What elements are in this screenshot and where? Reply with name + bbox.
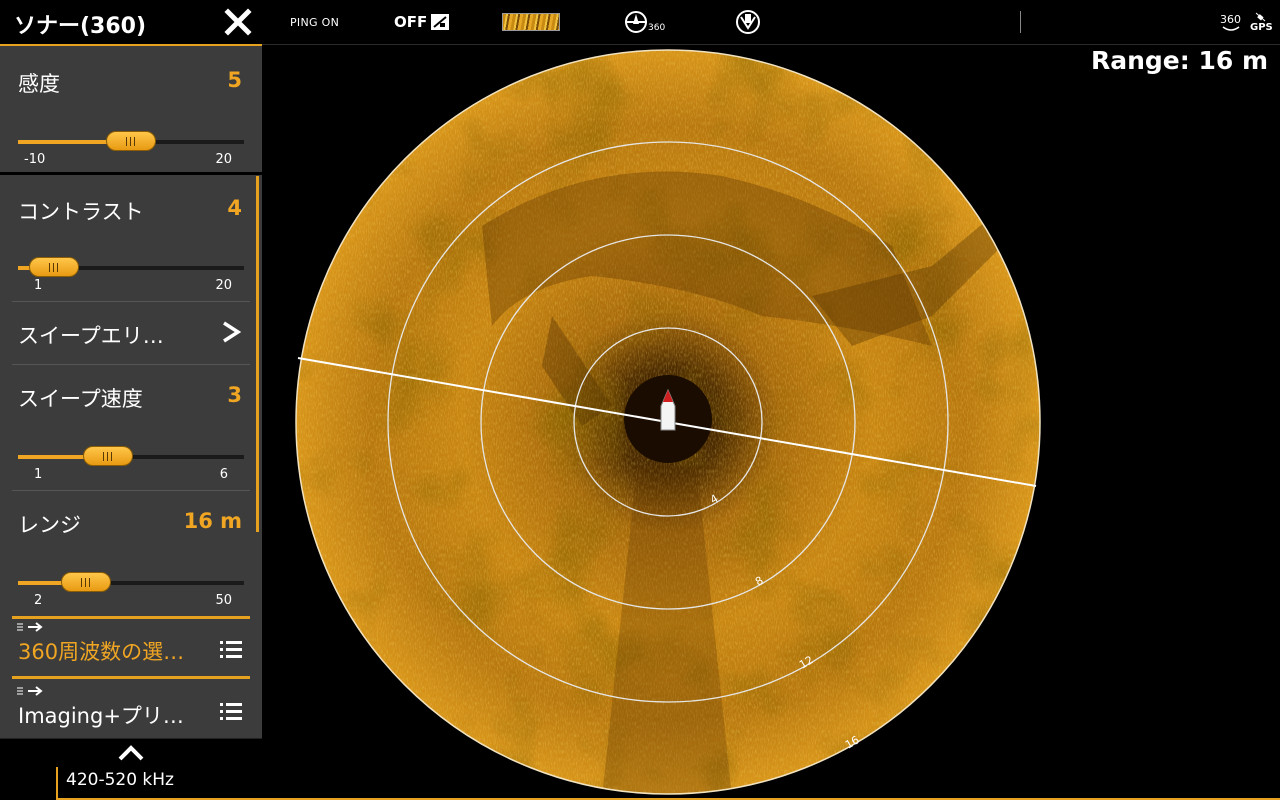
sensitivity-max: 20 bbox=[215, 152, 232, 167]
list-icon bbox=[220, 703, 242, 720]
sensitivity-value: 5 bbox=[227, 68, 242, 92]
range-max: 50 bbox=[215, 593, 232, 608]
topbar-divider bbox=[1020, 11, 1021, 33]
menu-list-arrow-icon bbox=[17, 686, 43, 696]
frequency-label: 420-520 kHz bbox=[66, 770, 174, 790]
menu-accent-bar bbox=[12, 676, 250, 679]
heading-button[interactable] bbox=[734, 0, 762, 44]
contrast-setting: コントラスト 4 1 20 bbox=[0, 176, 250, 300]
contrast-slider[interactable] bbox=[18, 256, 244, 280]
list-icon bbox=[220, 641, 242, 658]
sweep-area-label: スイープエリ… bbox=[18, 324, 164, 348]
sweep-arc-icon bbox=[1222, 25, 1239, 31]
sweep-speed-value: 3 bbox=[227, 383, 242, 407]
range-min: 2 bbox=[34, 593, 43, 608]
sweep-speed-label: スイープ速度 bbox=[18, 387, 143, 411]
range-setting-value: 16 m bbox=[183, 509, 242, 533]
slider-thumb[interactable] bbox=[60, 572, 111, 592]
sonar-thumbnail-button[interactable] bbox=[502, 0, 560, 44]
panel-footer bbox=[0, 738, 262, 767]
compass-360-label: 360 bbox=[648, 23, 666, 33]
sensitivity-slider[interactable] bbox=[18, 130, 244, 154]
chevron-up-icon[interactable] bbox=[118, 745, 144, 761]
panel-title: ソナー(360) bbox=[14, 14, 147, 39]
contrast-max: 20 bbox=[215, 278, 232, 293]
sweep-speed-setting: スイープ速度 3 1 6 bbox=[0, 365, 250, 489]
frequency-select-menu[interactable]: 360周波数の選… bbox=[0, 616, 250, 676]
sweep-area-submenu[interactable]: スイープエリ… bbox=[0, 302, 250, 364]
contrast-label: コントラスト bbox=[18, 200, 144, 224]
sensitivity-min: -10 bbox=[24, 152, 46, 167]
slider-thumb[interactable] bbox=[83, 446, 134, 466]
gps-label: GPS bbox=[1250, 21, 1273, 33]
imaging-preset-label: Imaging+プリ… bbox=[18, 704, 184, 728]
frequency-select-label: 360周波数の選… bbox=[18, 640, 185, 664]
gps-icon bbox=[1256, 12, 1266, 21]
contrast-min: 1 bbox=[34, 278, 43, 293]
range-slider[interactable] bbox=[18, 571, 244, 595]
chevron-right-icon bbox=[223, 321, 242, 343]
sweep-speed-min: 1 bbox=[34, 467, 43, 482]
sweep-speed-max: 6 bbox=[219, 467, 228, 482]
top-status-bar: PING ON OFF 360 360 GPS bbox=[262, 0, 1280, 45]
slider-thumb[interactable] bbox=[29, 257, 80, 277]
sonar-360-display[interactable]: 4 8 12 16 bbox=[292, 46, 1044, 798]
sensitivity-setting: 感度 5 -10 20 bbox=[0, 46, 250, 172]
panel-header: ソナー(360) bbox=[0, 0, 262, 46]
range-setting-label: レンジ bbox=[18, 513, 81, 537]
sonar-settings-panel: ソナー(360) 感度 5 -10 20 コントラスト 4 1 20 スイープエ… bbox=[0, 0, 262, 767]
menu-accent-bar bbox=[12, 616, 250, 619]
sweep-speed-slider[interactable] bbox=[18, 445, 244, 469]
status-gps: GPS bbox=[1250, 0, 1273, 44]
sonar-thumbnail bbox=[502, 13, 560, 31]
contrast-value: 4 bbox=[227, 196, 242, 220]
menu-list-arrow-icon bbox=[17, 622, 43, 632]
sensitivity-label: 感度 bbox=[18, 72, 60, 96]
status-360: 360 bbox=[1220, 0, 1241, 44]
off-label: OFF bbox=[394, 13, 428, 31]
slider-thumb[interactable] bbox=[106, 131, 156, 151]
status-360-label: 360 bbox=[1220, 12, 1241, 26]
ping-label: PING ON bbox=[290, 15, 340, 29]
ping-toggle[interactable]: PING ON bbox=[290, 0, 339, 44]
off-toggle[interactable]: OFF bbox=[394, 0, 450, 44]
imaging-preset-menu[interactable]: Imaging+プリ… bbox=[0, 676, 250, 738]
close-icon[interactable] bbox=[224, 8, 252, 36]
color-palette-icon bbox=[431, 14, 450, 30]
heading-icon bbox=[736, 10, 760, 34]
section-separator bbox=[0, 172, 262, 175]
range-label: Range: 16 m bbox=[1090, 46, 1268, 75]
range-setting: レンジ 16 m 2 50 bbox=[0, 491, 250, 615]
compass-360-button[interactable]: 360 bbox=[624, 0, 665, 44]
panel-scrollbar[interactable] bbox=[256, 176, 259, 532]
